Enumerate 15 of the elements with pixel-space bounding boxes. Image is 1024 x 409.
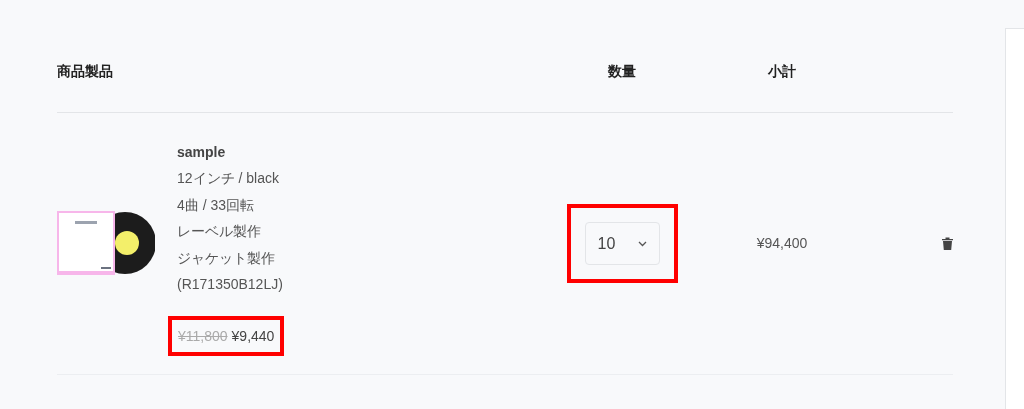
product-detail: ジャケット製作 [177, 248, 276, 268]
original-price: ¥11,800 [178, 326, 228, 346]
column-header: 数量 [607, 62, 637, 81]
sale-price: ¥9,440 [231, 326, 275, 346]
quantity-select[interactable]: 10 [584, 222, 660, 265]
product-detail: 12インチ / black [177, 169, 280, 189]
product-name: sample [177, 142, 227, 162]
column-header: 小計 [767, 62, 797, 81]
subtotal: ¥94,400 [756, 234, 808, 253]
chevron-down-icon [637, 240, 647, 247]
trash-icon[interactable] [942, 237, 953, 250]
column-header: 商品製品 [57, 62, 114, 81]
product-detail: 4曲 / 33回転 [177, 195, 256, 215]
product-detail: (R171350B12LJ) [177, 275, 284, 295]
product-detail: レーベル製作 [177, 222, 262, 242]
